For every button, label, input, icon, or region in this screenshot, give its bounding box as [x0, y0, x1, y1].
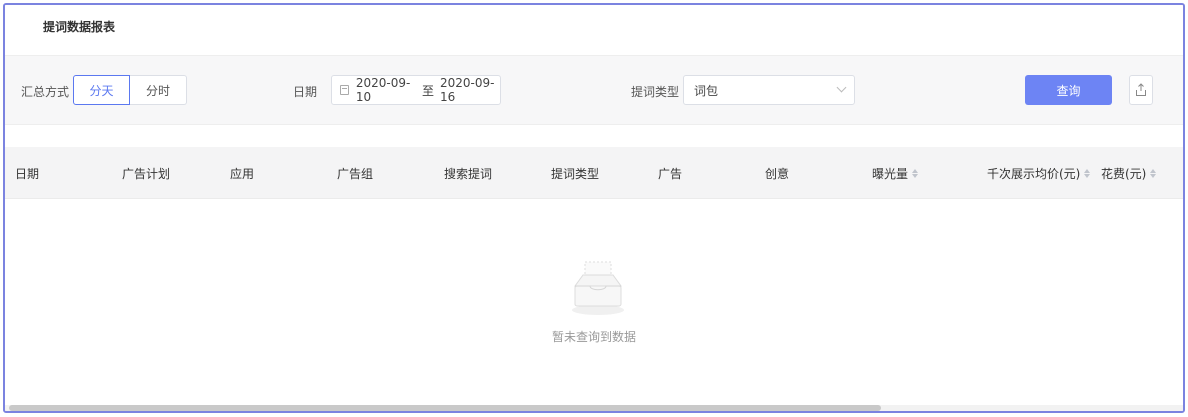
column-date: 日期 [15, 167, 40, 181]
column-ad: 广告 [658, 167, 683, 181]
sort-icon[interactable] [1150, 169, 1157, 178]
title-bar: 提词数据报表 [5, 5, 1183, 55]
report-panel: 提词数据报表 汇总方式 分天 分时 日期 2020-09-10 至 2020-0… [3, 3, 1185, 413]
column-term-type: 提词类型 [551, 167, 600, 181]
aggregate-label: 汇总方式 [21, 85, 70, 99]
date-end: 2020-09-16 [439, 76, 495, 104]
sort-icon[interactable] [1084, 169, 1091, 178]
column-search-term: 搜索提词 [444, 167, 493, 181]
type-label: 提词类型 [631, 85, 680, 99]
type-select[interactable]: 词包 [683, 75, 855, 105]
column-campaign: 广告计划 [122, 167, 171, 181]
calendar-icon [340, 85, 349, 95]
column-cpm[interactable]: 千次展示均价(元) [987, 165, 1091, 182]
aggregate-by-hour-button[interactable]: 分时 [130, 75, 187, 105]
column-creative: 创意 [765, 167, 790, 181]
table-header: 日期 广告计划 应用 广告组 搜索提词 提词类型 广告 创意 曝光量 千次展示均… [5, 147, 1183, 199]
date-label: 日期 [293, 85, 318, 99]
column-ad-group: 广告组 [337, 167, 374, 181]
aggregate-toggle: 分天 分时 [73, 75, 187, 105]
date-start: 2020-09-10 [355, 76, 411, 104]
date-range-picker[interactable]: 2020-09-10 至 2020-09-16 [331, 75, 501, 105]
empty-message: 暂未查询到数据 [551, 330, 636, 344]
sort-icon[interactable] [912, 169, 919, 178]
column-cost[interactable]: 花费(元) [1101, 165, 1157, 182]
empty-state: 暂未查询到数据 [5, 200, 1183, 400]
column-app: 应用 [230, 167, 255, 181]
aggregate-by-day-button[interactable]: 分天 [73, 75, 130, 105]
page-title: 提词数据报表 [43, 20, 116, 34]
export-icon [1136, 83, 1146, 96]
scrollbar-thumb[interactable] [9, 405, 881, 411]
date-separator: 至 [421, 83, 434, 98]
type-select-value: 词包 [694, 83, 719, 98]
empty-box-icon [572, 261, 624, 315]
horizontal-scrollbar[interactable] [5, 405, 1183, 411]
export-button[interactable] [1129, 75, 1153, 105]
column-impressions[interactable]: 曝光量 [872, 165, 919, 182]
chevron-down-icon [836, 82, 847, 93]
filter-bar: 汇总方式 分天 分时 日期 2020-09-10 至 2020-09-16 提词… [5, 55, 1183, 125]
query-button[interactable]: 查询 [1025, 75, 1112, 105]
